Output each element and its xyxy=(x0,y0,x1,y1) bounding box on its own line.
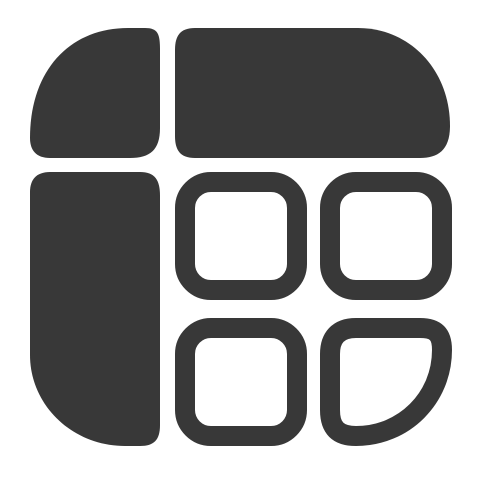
table-grid-icon xyxy=(0,0,478,478)
icon-canvas xyxy=(0,0,478,478)
header-bar xyxy=(175,28,450,158)
left-column-bar xyxy=(30,172,160,446)
